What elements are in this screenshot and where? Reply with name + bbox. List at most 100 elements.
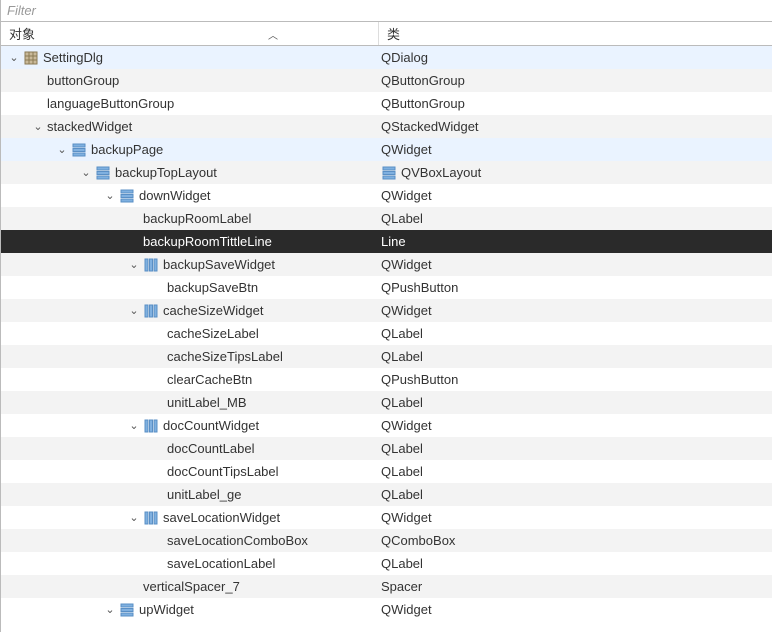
filter-input[interactable] xyxy=(1,0,772,21)
class-cell: QWidget xyxy=(379,184,772,207)
object-cell: cacheSizeTipsLabel xyxy=(1,345,379,368)
class-cell: QWidget xyxy=(379,138,772,161)
tree-row[interactable]: ⌄ backupSaveWidget QWidget xyxy=(1,253,772,276)
object-name-label: docCountTipsLabel xyxy=(167,464,279,479)
chevron-down-icon[interactable]: ⌄ xyxy=(127,258,141,272)
layout-icon xyxy=(381,165,397,181)
object-name-label: cacheSizeWidget xyxy=(163,303,263,318)
tree-row[interactable]: ⌄stackedWidgetQStackedWidget xyxy=(1,115,772,138)
class-name-label: QButtonGroup xyxy=(381,73,465,88)
class-cell: QWidget xyxy=(379,506,772,529)
indent xyxy=(7,310,127,311)
class-cell: QWidget xyxy=(379,299,772,322)
class-name-label: Spacer xyxy=(381,579,422,594)
tree-row[interactable]: cacheSizeTipsLabel QLabel xyxy=(1,345,772,368)
chevron-down-icon[interactable]: ⌄ xyxy=(103,189,117,203)
object-name-label: backupSaveWidget xyxy=(163,257,275,272)
object-cell: buttonGroup xyxy=(1,69,379,92)
object-name-label: cacheSizeLabel xyxy=(167,326,259,341)
class-cell: QWidget xyxy=(379,253,772,276)
layout-icon xyxy=(119,188,135,204)
object-cell: backupRoomTittleLine xyxy=(1,230,379,253)
tree-row[interactable]: saveLocationLabelQLabel xyxy=(1,552,772,575)
class-name-label: QPushButton xyxy=(381,372,458,387)
class-name-label: QWidget xyxy=(381,142,432,157)
object-cell: ⌄downWidget xyxy=(1,184,379,207)
indent xyxy=(7,287,151,288)
indent xyxy=(7,563,151,564)
class-cell: QLabel xyxy=(379,460,772,483)
tree-row[interactable]: cacheSizeLabel QLabel xyxy=(1,322,772,345)
object-cell: ⌄ backupSaveWidget xyxy=(1,253,379,276)
indent xyxy=(7,448,151,449)
object-cell: docCountLabel xyxy=(1,437,379,460)
class-cell: QLabel xyxy=(379,322,772,345)
chevron-down-icon[interactable]: ⌄ xyxy=(103,603,117,617)
tree-row[interactable]: docCountLabelQLabel xyxy=(1,437,772,460)
class-name-label: QWidget xyxy=(381,257,432,272)
tree-row[interactable]: ⌄ SettingDlg QDialog xyxy=(1,46,772,69)
tree-row[interactable]: ⌄ docCountWidget QWidget xyxy=(1,414,772,437)
class-name-label: QLabel xyxy=(381,326,423,341)
tree-row[interactable]: languageButtonGroupQButtonGroup xyxy=(1,92,772,115)
indent xyxy=(7,379,151,380)
tree-row[interactable]: backupSaveBtnQPushButton xyxy=(1,276,772,299)
object-name-label: backupSaveBtn xyxy=(167,280,258,295)
tree-row[interactable]: unitLabel_MBQLabel xyxy=(1,391,772,414)
class-name-label: QLabel xyxy=(381,487,423,502)
tree-row[interactable]: verticalSpacer_7Spacer xyxy=(1,575,772,598)
chevron-down-icon[interactable]: ⌄ xyxy=(55,143,69,157)
chevron-down-icon[interactable]: ⌄ xyxy=(127,511,141,525)
tree-row[interactable]: backupRoomLabelQLabel xyxy=(1,207,772,230)
object-cell: ⌄backupTopLayout xyxy=(1,161,379,184)
class-cell: Line xyxy=(379,230,772,253)
tree-row[interactable]: ⌄ saveLocationWidget QWidget xyxy=(1,506,772,529)
object-name-label: saveLocationComboBox xyxy=(167,533,308,548)
indent xyxy=(7,126,31,127)
class-cell: QComboBox xyxy=(379,529,772,552)
tree-row[interactable]: clearCacheBtnQPushButton xyxy=(1,368,772,391)
object-cell: ⌄ saveLocationWidget xyxy=(1,506,379,529)
tree-row[interactable]: ⌄backupPageQWidget xyxy=(1,138,772,161)
tree-row[interactable]: unitLabel_geQLabel xyxy=(1,483,772,506)
class-cell: QWidget xyxy=(379,414,772,437)
class-name-label: QLabel xyxy=(381,464,423,479)
indent xyxy=(7,425,127,426)
class-name-label: QVBoxLayout xyxy=(401,165,481,180)
chevron-down-icon[interactable]: ⌄ xyxy=(127,419,141,433)
indent xyxy=(7,356,151,357)
chevron-down-icon[interactable]: ⌄ xyxy=(7,51,21,65)
class-cell: QPushButton xyxy=(379,368,772,391)
object-cell: unitLabel_ge xyxy=(1,483,379,506)
tree-row[interactable]: docCountTipsLabel QLabel xyxy=(1,460,772,483)
chevron-down-icon[interactable]: ⌄ xyxy=(79,166,93,180)
tree-row[interactable]: buttonGroupQButtonGroup xyxy=(1,69,772,92)
tree-row[interactable]: ⌄downWidgetQWidget xyxy=(1,184,772,207)
hbox-icon xyxy=(143,257,159,273)
object-name-label: backupRoomLabel xyxy=(143,211,251,226)
tree-row[interactable]: ⌄upWidgetQWidget xyxy=(1,598,772,621)
class-name-label: QLabel xyxy=(381,349,423,364)
column-header-class[interactable]: 类 xyxy=(379,22,772,45)
column-header-object[interactable]: 对象 ︿ xyxy=(1,22,379,45)
object-cell: clearCacheBtn xyxy=(1,368,379,391)
chevron-down-icon[interactable]: ⌄ xyxy=(31,120,45,134)
tree-row[interactable]: ⌄backupTopLayout QVBoxLayout xyxy=(1,161,772,184)
chevron-down-icon[interactable]: ⌄ xyxy=(127,304,141,318)
tree-row[interactable]: backupRoomTittleLineLine xyxy=(1,230,772,253)
object-name-label: docCountWidget xyxy=(163,418,259,433)
object-tree[interactable]: ⌄ SettingDlg QDialogbuttonGroupQButtonGrou… xyxy=(1,46,772,621)
object-name-label: stackedWidget xyxy=(47,119,132,134)
object-name-label: cacheSizeTipsLabel xyxy=(167,349,283,364)
object-cell: docCountTipsLabel xyxy=(1,460,379,483)
object-cell: verticalSpacer_7 xyxy=(1,575,379,598)
class-name-label: QWidget xyxy=(381,188,432,203)
indent xyxy=(7,195,103,196)
indent xyxy=(7,172,79,173)
object-name-label: saveLocationWidget xyxy=(163,510,280,525)
tree-row[interactable]: ⌄ cacheSizeWidget QWidget xyxy=(1,299,772,322)
tree-row[interactable]: saveLocationComboBox QComboBox xyxy=(1,529,772,552)
object-name-label: SettingDlg xyxy=(43,50,103,65)
class-name-label: QLabel xyxy=(381,395,423,410)
class-cell: QDialog xyxy=(379,46,772,69)
